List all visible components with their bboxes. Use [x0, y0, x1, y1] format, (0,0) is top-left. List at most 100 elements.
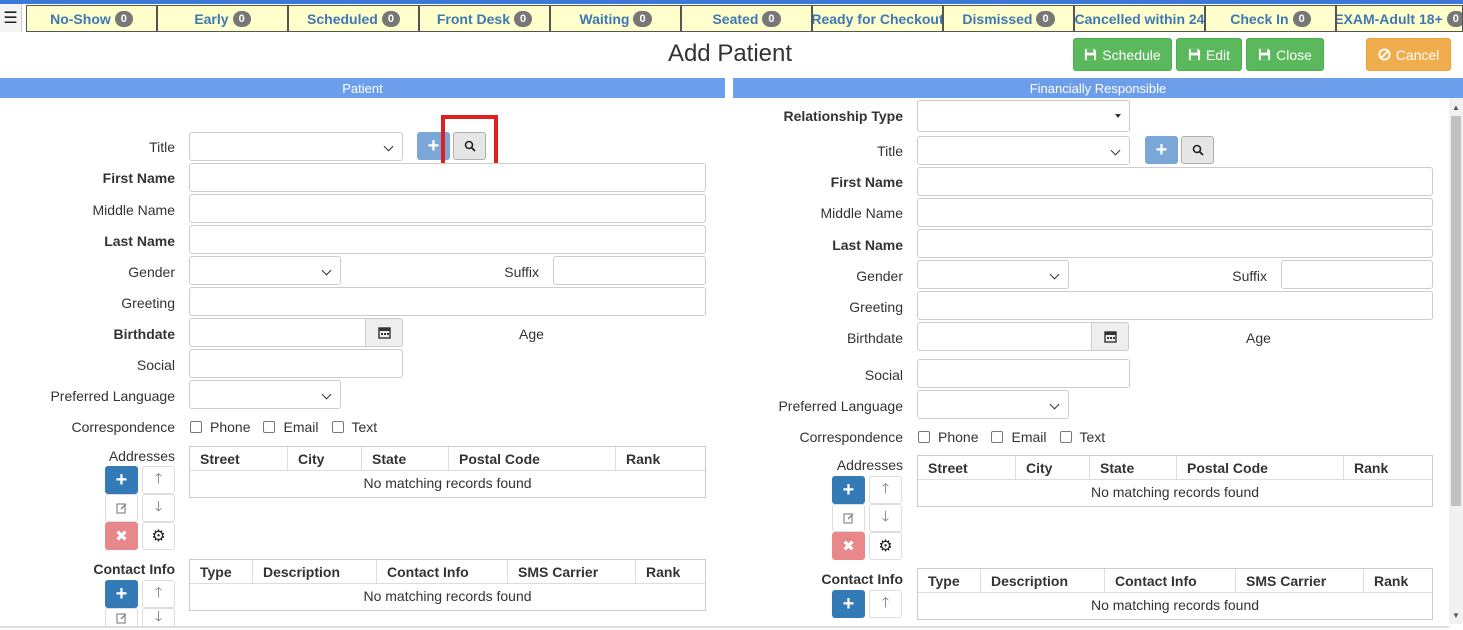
financial-birthdate-picker[interactable] — [1091, 322, 1129, 351]
column-header[interactable]: Contact Info — [1105, 569, 1236, 592]
patient-address-down-button[interactable]: 🡓 — [142, 494, 175, 522]
status-tab-cancelled-within-24[interactable]: Cancelled within 24 — [1074, 5, 1205, 32]
financial-address-add-button[interactable]: + — [832, 476, 865, 504]
patient-suffix-field[interactable] — [553, 256, 706, 285]
patient-contact-edit-button[interactable] — [105, 608, 138, 628]
column-header[interactable]: State — [1090, 456, 1177, 479]
scroll-down-icon[interactable]: ▼ — [1449, 608, 1463, 622]
schedule-button[interactable]: Schedule — [1073, 38, 1172, 71]
status-tab-check-in[interactable]: Check In 0 — [1205, 5, 1336, 32]
column-header[interactable]: Street — [918, 456, 1016, 479]
patient-address-delete-button[interactable]: ✖ — [105, 522, 138, 550]
patient-corr-text[interactable]: Text — [331, 419, 377, 435]
status-tab-front-desk[interactable]: Front Desk 0 — [419, 5, 550, 32]
financial-address-delete-button[interactable]: ✖ — [832, 532, 865, 560]
financial-suffix-field[interactable] — [1281, 260, 1433, 289]
financial-add-title-button[interactable]: + — [1145, 136, 1178, 164]
status-count-badge: 0 — [762, 10, 781, 27]
patient-last-name-field[interactable] — [189, 225, 706, 254]
edit-button[interactable]: Edit — [1176, 38, 1242, 71]
status-tab-dismissed[interactable]: Dismissed 0 — [943, 5, 1074, 32]
financial-contact-up-button[interactable]: 🡑 — [869, 590, 902, 618]
patient-gender-select[interactable] — [189, 256, 341, 285]
financial-relationship-select[interactable] — [917, 100, 1130, 132]
column-header[interactable]: Description — [981, 569, 1105, 592]
financial-address-edit-button[interactable] — [832, 504, 865, 532]
status-tab-scheduled[interactable]: Scheduled 0 — [288, 5, 419, 32]
column-header[interactable]: SMS Carrier — [508, 560, 636, 583]
column-header[interactable]: State — [362, 447, 449, 470]
patient-title-select[interactable] — [189, 132, 403, 161]
checkbox-label: Email — [1011, 429, 1047, 445]
patient-contact-add-button[interactable]: + — [105, 580, 138, 608]
column-header[interactable]: Rank — [636, 560, 705, 583]
financial-corr-text[interactable]: Text — [1059, 429, 1105, 445]
column-header[interactable]: Postal Code — [1177, 456, 1344, 479]
empty-message: No matching records found — [1090, 484, 1260, 500]
scrollbar-thumb[interactable] — [1451, 116, 1461, 506]
scroll-up-icon[interactable]: ▲ — [1449, 100, 1463, 114]
status-tab-waiting[interactable]: Waiting 0 — [550, 5, 681, 32]
status-tab-ready-for-checkout[interactable]: Ready for Checkout — [812, 5, 943, 32]
patient-greeting-field[interactable] — [189, 287, 706, 316]
financial-corr-phone[interactable]: Phone — [918, 429, 978, 445]
patient-birthdate-picker[interactable] — [365, 318, 403, 347]
patient-contact-up-button[interactable]: 🡑 — [142, 580, 175, 608]
patient-corr-phone[interactable]: Phone — [190, 419, 250, 435]
financial-birthdate-field[interactable] — [917, 322, 1092, 351]
column-header[interactable]: City — [1016, 456, 1090, 479]
patient-social-field[interactable] — [189, 349, 403, 378]
status-tab-seated[interactable]: Seated 0 — [681, 5, 812, 32]
financial-search-button[interactable] — [1181, 136, 1214, 164]
patient-first-name-field[interactable] — [189, 163, 706, 192]
patient-language-select[interactable] — [189, 380, 341, 409]
patient-address-add-button[interactable]: + — [105, 466, 138, 494]
plus-icon: + — [1155, 138, 1168, 161]
patient-contact-down-button[interactable]: 🡓 — [142, 608, 175, 628]
cancel-button[interactable]: Cancel — [1366, 38, 1451, 71]
checkbox[interactable] — [918, 431, 930, 443]
column-header[interactable]: Rank — [616, 447, 705, 470]
financial-first-name-field[interactable] — [917, 167, 1433, 196]
financial-social-field[interactable] — [917, 359, 1130, 388]
patient-address-up-button[interactable]: 🡑 — [142, 466, 175, 494]
checkbox[interactable] — [331, 421, 344, 433]
checkbox[interactable] — [190, 421, 202, 433]
patient-birthdate-field[interactable] — [189, 318, 366, 347]
financial-last-name-field[interactable] — [917, 229, 1433, 258]
column-header[interactable]: Postal Code — [449, 447, 616, 470]
financial-greeting-field[interactable] — [917, 291, 1433, 320]
checkbox[interactable] — [263, 421, 276, 433]
financial-contact-add-button[interactable]: + — [832, 590, 865, 618]
checkbox[interactable] — [1059, 431, 1072, 443]
column-header[interactable]: Rank — [1344, 456, 1432, 479]
financial-middle-name-field[interactable] — [917, 198, 1433, 227]
status-tab-no-show[interactable]: No-Show 0 — [26, 5, 157, 32]
patient-corr-email[interactable]: Email — [263, 419, 319, 435]
patient-middle-name-field[interactable] — [189, 194, 706, 223]
financial-title-select[interactable] — [917, 136, 1130, 165]
column-header[interactable]: Type — [918, 569, 981, 592]
status-tab-exam-adult[interactable]: EXAM-Adult 18+ 0 — [1336, 5, 1463, 32]
patient-address-settings-button[interactable]: ⚙ — [142, 522, 175, 550]
status-tab-early[interactable]: Early 0 — [157, 5, 288, 32]
column-header[interactable]: Rank — [1364, 569, 1432, 592]
financial-address-down-button[interactable]: 🡓 — [869, 504, 902, 532]
financial-gender-select[interactable] — [917, 260, 1069, 289]
financial-address-settings-button[interactable]: ⚙ — [869, 532, 902, 560]
financial-language-select[interactable] — [917, 390, 1069, 419]
close-button[interactable]: Close — [1246, 38, 1324, 71]
financial-corr-email[interactable]: Email — [991, 429, 1047, 445]
status-tab-label: Check In — [1230, 10, 1289, 27]
arrow-down-icon: 🡓 — [154, 498, 163, 514]
column-header[interactable]: Description — [253, 560, 377, 583]
checkbox[interactable] — [991, 431, 1004, 443]
column-header[interactable]: Contact Info — [377, 560, 508, 583]
column-header[interactable]: City — [288, 447, 362, 470]
menu-icon[interactable]: ☰ — [0, 4, 22, 32]
column-header[interactable]: SMS Carrier — [1236, 569, 1364, 592]
financial-address-up-button[interactable]: 🡑 — [869, 476, 902, 504]
column-header[interactable]: Type — [190, 560, 253, 583]
column-header[interactable]: Street — [190, 447, 288, 470]
patient-address-edit-button[interactable] — [105, 494, 138, 522]
